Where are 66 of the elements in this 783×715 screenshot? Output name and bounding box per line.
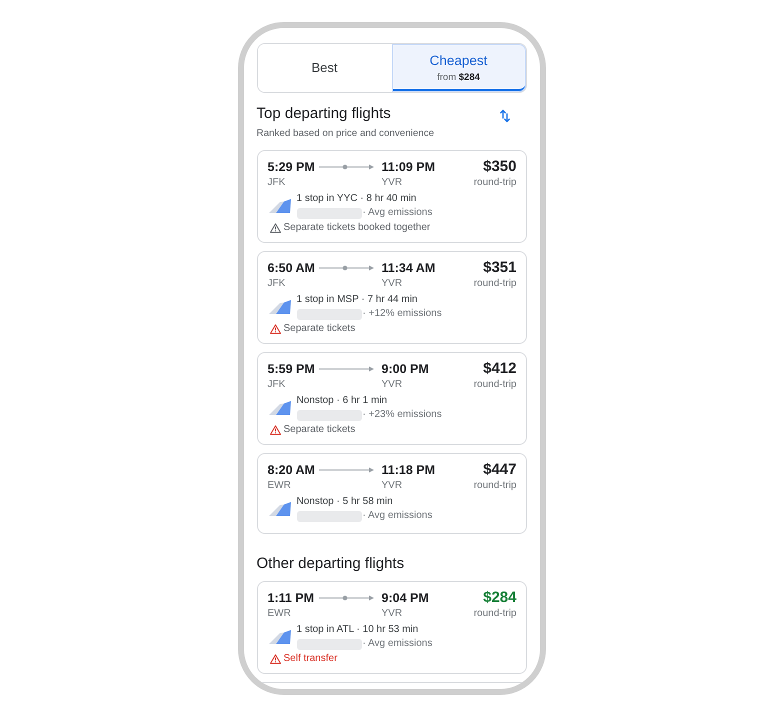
warning-text: Separate tickets — [284, 322, 356, 336]
departure-time: 1:11 PM — [268, 590, 314, 606]
section-title: Other departing flights — [256, 555, 404, 573]
sort-icon[interactable] — [500, 109, 510, 123]
departure-time: 8:20 AM — [268, 462, 315, 478]
flight-card[interactable]: 8:20 AM 11:18 PM $447 EWR YVR round-trip Nonstop · 5 hr 58 min · Avg emissions — [256, 453, 526, 534]
stops-duration: 1 stop in YYC · 8 hr 40 min — [296, 192, 416, 206]
price: $350 — [483, 159, 516, 175]
warning-icon — [270, 654, 280, 664]
warning-icon — [270, 324, 280, 334]
route-arrow — [318, 596, 374, 600]
emissions-info: · +12% emissions — [362, 307, 442, 321]
airport-code: EWR — [268, 608, 291, 620]
emissions-info: · Avg emissions — [362, 509, 432, 523]
price: $447 — [483, 462, 516, 478]
airport-code: YVR — [382, 608, 402, 620]
route-arrow — [318, 266, 374, 270]
arrival-time: 11:18 PM — [382, 462, 436, 478]
section-subtitle: Ranked based on price and convenience — [256, 127, 436, 140]
arrival-time: 9:04 PM — [382, 590, 429, 606]
airport-code: JFK — [268, 278, 286, 290]
warning-icon — [270, 425, 280, 435]
price-note: round-trip — [474, 379, 516, 391]
stops-duration: Nonstop · 5 hr 58 min — [296, 495, 393, 509]
flight-card[interactable]: 5:29 PM 11:09 PM $350 JFK YVR round-trip 1 stop in YYC · 8 hr 40 min · Avg emissions Separate tickets booked together — [256, 150, 526, 243]
tail-fin-icon — [268, 630, 290, 644]
flight-card[interactable]: 5:59 PM 9:00 PM $412 JFK YVR round-trip Nonstop · 6 hr 1 min · +23% emissions Separate tickets — [256, 352, 526, 445]
emissions-info: · +23% emissions — [362, 408, 442, 422]
airport-code: YVR — [382, 278, 402, 290]
arrival-time: 11:34 AM — [382, 260, 436, 276]
price-note: round-trip — [474, 177, 516, 189]
warning-text: Self transfer — [284, 652, 338, 666]
price-note: round-trip — [474, 608, 516, 620]
price: $412 — [483, 361, 516, 377]
warning-icon — [270, 223, 280, 233]
airport-code: EWR — [268, 480, 291, 492]
departure-time: 6:50 AM — [268, 260, 315, 276]
arrival-time: 9:00 PM — [382, 361, 429, 377]
price-note: round-trip — [474, 278, 516, 290]
tail-fin-icon — [268, 300, 290, 314]
price-note: round-trip — [474, 480, 516, 492]
tail-fin-icon — [268, 401, 290, 415]
arrival-time: 11:09 PM — [382, 159, 436, 175]
stops-duration: 1 stop in MSP · 7 hr 44 min — [296, 293, 418, 307]
flight-card[interactable]: 6:50 AM 11:34 AM $351 JFK YVR round-trip 1 stop in MSP · 7 hr 44 min · +12% emissions Separate tickets — [256, 251, 526, 344]
price: $284 — [483, 590, 516, 606]
emissions-info: · Avg emissions — [362, 206, 432, 220]
fare-tab[interactable]: Cheapest from $284 — [392, 44, 526, 92]
airport-code: JFK — [268, 177, 286, 189]
flight-card[interactable]: 1:11 PM 9:04 PM $284 EWR YVR round-trip 1 stop in ATL · 10 hr 53 min · Avg emissions Self transfer — [256, 581, 526, 674]
warning-text: Separate tickets — [284, 423, 356, 437]
warning-text: Separate tickets booked together — [284, 221, 430, 235]
section-title: Top departing flights — [256, 105, 391, 123]
departure-time: 5:29 PM — [268, 159, 315, 175]
departure-time: 5:59 PM — [268, 361, 315, 377]
tail-fin-icon — [268, 199, 290, 213]
tail-fin-icon — [268, 502, 290, 516]
airport-code: JFK — [268, 379, 286, 391]
airport-code: YVR — [382, 177, 402, 189]
price: $351 — [483, 260, 516, 276]
stops-duration: 1 stop in ATL · 10 hr 53 min — [296, 623, 418, 637]
emissions-info: · Avg emissions — [362, 637, 432, 651]
route-arrow — [318, 164, 374, 170]
airport-code: YVR — [382, 480, 402, 492]
airport-code: YVR — [382, 379, 402, 391]
stops-duration: Nonstop · 6 hr 1 min — [296, 394, 388, 408]
